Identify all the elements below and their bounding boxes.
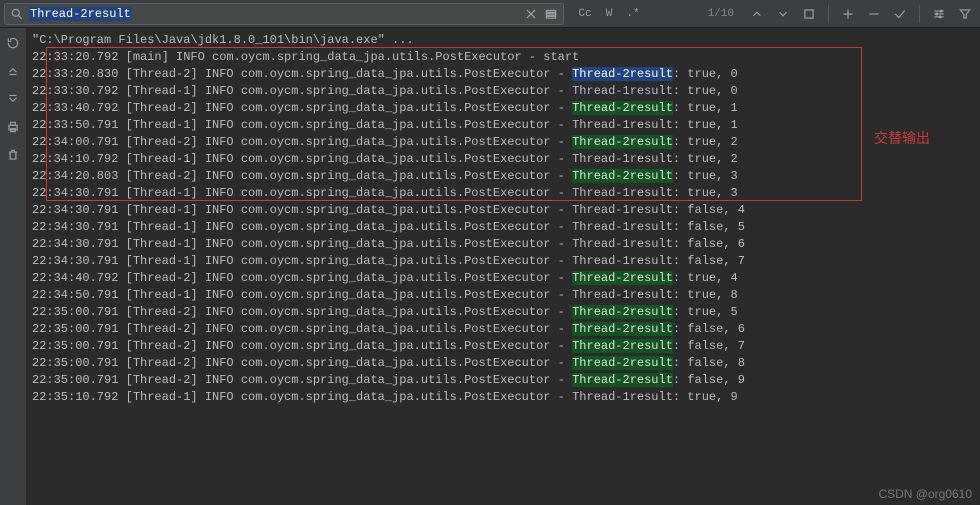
history-icon[interactable] [543,6,559,22]
remove-filter-button[interactable] [863,3,885,25]
regex-toggle[interactable]: .* [622,4,644,24]
prev-match-button[interactable] [746,3,768,25]
console-line: 22:34:40.792 [Thread-2] INFO com.oycm.sp… [32,270,980,287]
console-line: 22:34:20.803 [Thread-2] INFO com.oycm.sp… [32,168,980,185]
select-all-button[interactable] [798,3,820,25]
console-line: 22:33:50.791 [Thread-1] INFO com.oycm.sp… [32,117,980,134]
console-line: 22:35:10.792 [Thread-1] INFO com.oycm.sp… [32,389,980,406]
up-icon[interactable] [4,62,22,80]
search-options: Cc W .* [574,4,644,24]
restart-icon[interactable] [4,34,22,52]
search-field-wrapper[interactable]: Thread-2result [4,3,564,25]
console-line: 22:34:30.791 [Thread-1] INFO com.oycm.sp… [32,253,980,270]
print-icon[interactable] [4,118,22,136]
whole-word-toggle[interactable]: W [598,4,620,24]
console-line: 22:34:00.791 [Thread-2] INFO com.oycm.sp… [32,134,980,151]
separator [828,5,829,23]
check-filter-button[interactable] [889,3,911,25]
console-line: 22:33:20.792 [main] INFO com.oycm.spring… [32,49,980,66]
match-count: 1/10 [708,8,734,20]
console-line: 22:35:00.791 [Thread-2] INFO com.oycm.sp… [32,355,980,372]
annotation-label: 交替输出 [874,130,930,147]
search-icon [9,6,25,22]
console-line: 22:35:00.791 [Thread-2] INFO com.oycm.sp… [32,321,980,338]
console-line: 22:34:30.791 [Thread-1] INFO com.oycm.sp… [32,236,980,253]
separator [919,5,920,23]
down-icon[interactable] [4,90,22,108]
next-match-button[interactable] [772,3,794,25]
filter-icon[interactable] [954,3,976,25]
search-toolbar: Thread-2result Cc W .* 1/10 [0,0,980,28]
add-filter-button[interactable] [837,3,859,25]
settings-button[interactable] [928,3,950,25]
console-line: 22:34:30.791 [Thread-1] INFO com.oycm.sp… [32,202,980,219]
left-gutter [0,28,26,505]
match-case-toggle[interactable]: Cc [574,4,596,24]
console-line: 22:33:30.792 [Thread-1] INFO com.oycm.sp… [32,83,980,100]
console-line: 22:35:00.791 [Thread-2] INFO com.oycm.sp… [32,372,980,389]
console-line: 22:35:00.791 [Thread-2] INFO com.oycm.sp… [32,338,980,355]
console-line: 22:34:10.792 [Thread-1] INFO com.oycm.sp… [32,151,980,168]
console-line: 22:33:40.792 [Thread-2] INFO com.oycm.sp… [32,100,980,117]
console-line: 22:34:30.791 [Thread-1] INFO com.oycm.sp… [32,219,980,236]
clear-icon[interactable] [523,6,539,22]
console-line: 22:34:30.791 [Thread-1] INFO com.oycm.sp… [32,185,980,202]
console-line: 22:33:20.830 [Thread-2] INFO com.oycm.sp… [32,66,980,83]
search-input[interactable]: Thread-2result [29,7,519,21]
console-line: "C:\Program Files\Java\jdk1.8.0_101\bin\… [32,32,980,49]
console-output[interactable]: "C:\Program Files\Java\jdk1.8.0_101\bin\… [26,28,980,505]
watermark: CSDN @org0610 [878,487,972,501]
toolbar-right: 1/10 [700,3,976,25]
trash-icon[interactable] [4,146,22,164]
console-line: 22:35:00.791 [Thread-2] INFO com.oycm.sp… [32,304,980,321]
console-line: 22:34:50.791 [Thread-1] INFO com.oycm.sp… [32,287,980,304]
